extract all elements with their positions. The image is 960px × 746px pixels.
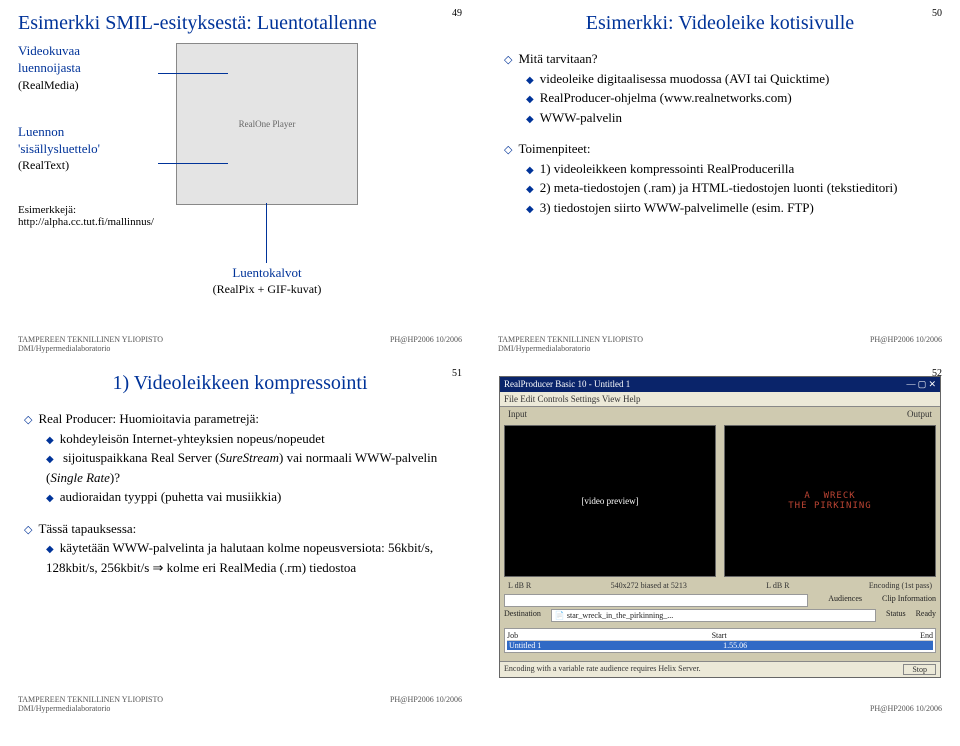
label-toc: Luennon 'sisällysluettelo' (RealText)	[18, 124, 158, 175]
bullet: Real Producer: Huomioitavia parametrejä:	[24, 409, 462, 429]
slide-title: Esimerkki: Videoleike kotisivulle	[498, 12, 942, 35]
callout-line	[158, 163, 228, 164]
slide-49: 49 Esimerkki SMIL-esityksestä: Luentotal…	[0, 0, 480, 360]
slide-footer: TAMPEREEN TEKNILLINEN YLIOPISTODMI/Hyper…	[18, 695, 462, 714]
slide-footer: TAMPEREEN TEKNILLINEN YLIOPISTODMI/Hyper…	[18, 335, 462, 354]
slide-title: 1) Videoleikkeen kompressointi	[18, 372, 462, 395]
page-number: 50	[932, 8, 942, 19]
bullet: 3) tiedostojen siirto WWW-palvelimelle (…	[504, 198, 942, 218]
bullet: 1) videoleikkeen kompressointi RealProdu…	[504, 159, 942, 179]
job-row[interactable]: Untitled 1 1.55.06	[507, 641, 933, 650]
bullet: Mitä tarvitaan?	[504, 49, 942, 69]
slide-title: Esimerkki SMIL-esityksestä: Luentotallen…	[18, 12, 462, 35]
slide-footer: PH@HP2006 10/2006	[498, 704, 942, 714]
stop-button[interactable]: Stop	[903, 664, 936, 675]
slide-51: 51 1) Videoleikkeen kompressointi Real P…	[0, 360, 480, 720]
app-menubar[interactable]: File Edit Controls Settings View Help	[500, 392, 940, 407]
bullet: Toimenpiteet:	[504, 139, 942, 159]
destination-header: Destination	[504, 609, 541, 622]
input-preview: [video preview]	[504, 425, 716, 577]
job-col-start: Start	[712, 631, 727, 640]
page-number: 49	[452, 8, 462, 19]
bullet: audioraidan tyyppi (puhetta vai musiikki…	[24, 487, 462, 507]
app-statusbar: Encoding with a variable rate audience r…	[500, 661, 940, 677]
output-label: Output	[907, 409, 932, 419]
encoding-status: Encoding (1st pass)	[869, 581, 932, 590]
destination-file[interactable]: 📄 star_wreck_in_the_pirkinning_...	[551, 609, 876, 622]
player-thumbnail: RealOne Player	[176, 43, 358, 205]
bullet: kohdeyleisön Internet-yhteyksien nopeus/…	[24, 429, 462, 449]
example-url: http://alpha.cc.tut.fi/mallinnus/	[18, 216, 158, 228]
status-header: Status	[886, 609, 906, 622]
resolution-label: 540x272 biased at 5213	[611, 581, 687, 590]
window-controls-icon[interactable]: — ▢ ✕	[906, 379, 936, 390]
bullet: käytetään WWW-palvelinta ja halutaan kol…	[24, 538, 462, 577]
input-label: Input	[508, 409, 527, 419]
output-preview: A WRECK THE PIRKINING	[724, 425, 936, 577]
bullet: Tässä tapauksessa:	[24, 519, 462, 539]
bullet: sijoituspaikkana Real Server (SureStream…	[24, 448, 462, 487]
callout-line	[266, 203, 268, 263]
clipinfo-header: Clip Information	[882, 594, 936, 607]
callout-line	[158, 73, 228, 74]
job-col-name: Job	[507, 631, 518, 640]
label-video: Videokuvaa luennoijasta (RealMedia)	[18, 43, 158, 94]
bullet: WWW-palvelin	[504, 108, 942, 128]
slide-52: 52 RealProducer Basic 10 - Untitled 1 — …	[480, 360, 960, 720]
realproducer-window: RealProducer Basic 10 - Untitled 1 — ▢ ✕…	[499, 376, 941, 678]
app-titlebar: RealProducer Basic 10 - Untitled 1 — ▢ ✕	[500, 377, 940, 392]
job-col-end: End	[920, 631, 933, 640]
examples-label: Esimerkkejä:	[18, 204, 158, 216]
audiences-header: Audiences	[828, 594, 862, 607]
slide-50: 50 Esimerkki: Videoleike kotisivulle Mit…	[480, 0, 960, 360]
page-number: 51	[452, 368, 462, 379]
bullet: RealProducer-ohjelma (www.realnetworks.c…	[504, 88, 942, 108]
input-file-box[interactable]	[504, 594, 808, 607]
bullet: videoleike digitaalisessa muodossa (AVI …	[504, 69, 942, 89]
slide-footer: TAMPEREEN TEKNILLINEN YLIOPISTODMI/Hyper…	[498, 335, 942, 354]
label-slides: Luentokalvot (RealPix + GIF-kuvat)	[176, 265, 358, 297]
status-value: Ready	[916, 609, 936, 622]
bullet: 2) meta-tiedostojen (.ram) ja HTML-tiedo…	[504, 178, 942, 198]
